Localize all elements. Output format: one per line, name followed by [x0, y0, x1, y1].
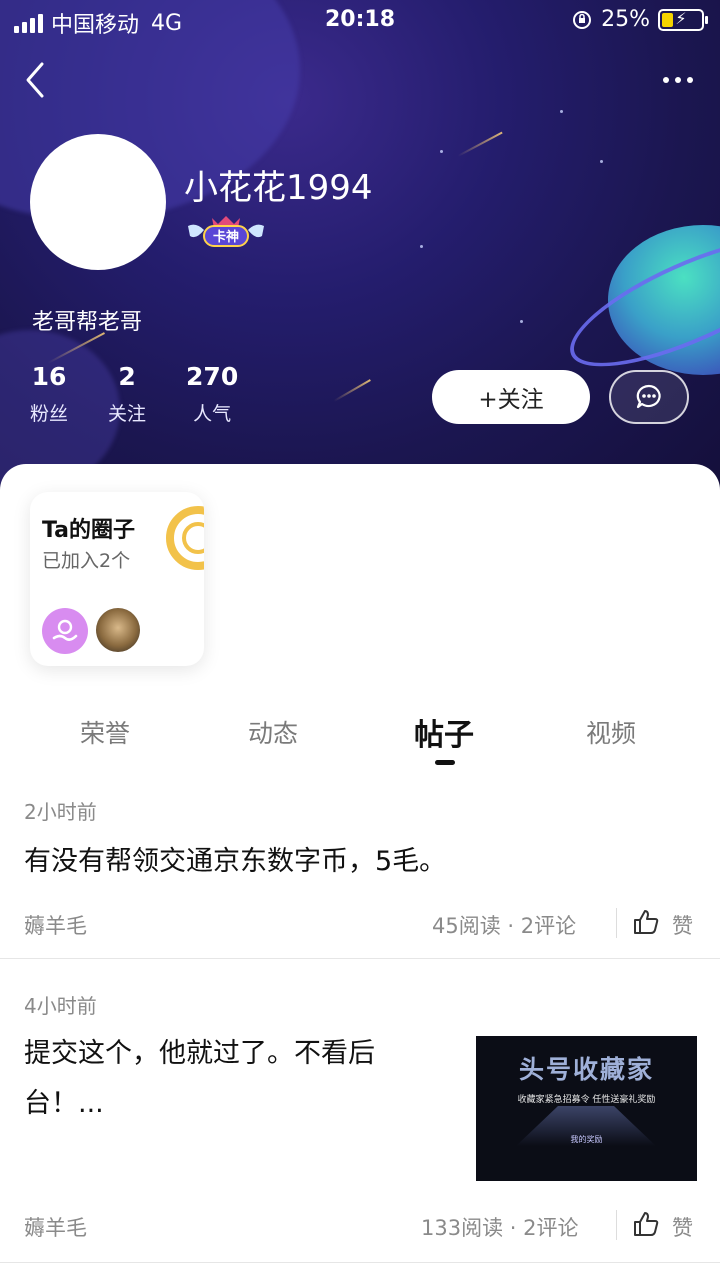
profile-tabs: 荣誉 动态 帖子 视频	[0, 704, 720, 768]
star-decoration	[520, 320, 523, 323]
battery-percent: 25%	[601, 7, 650, 32]
tab-videos[interactable]: 视频	[586, 714, 636, 750]
post-text: 有没有帮领交通京东数字币，5毛。	[24, 846, 447, 877]
profile-header: 中国移动 4G 20:18 25% ⚡ 小花花1994 卡神 老哥帮老哥 16 …	[0, 0, 720, 500]
circle-card-title: Ta的圈子	[42, 518, 136, 543]
circle-avatar[interactable]	[96, 608, 140, 652]
post-time: 4小时前	[24, 994, 97, 1018]
separator	[616, 908, 617, 938]
stat-fans[interactable]: 16 粉丝	[30, 362, 68, 426]
separator	[616, 1210, 617, 1240]
tab-posts[interactable]: 帖子	[414, 710, 474, 754]
stat-value: 2	[118, 362, 136, 391]
thumbnail-subline: 收藏家紧急招募令 任性送豪礼奖励	[517, 1095, 656, 1105]
more-icon	[663, 77, 669, 83]
divider	[0, 958, 720, 959]
shooting-star	[457, 131, 503, 157]
more-button[interactable]	[658, 66, 698, 94]
message-icon	[636, 384, 661, 409]
thumbnail-link: 我的奖励	[570, 1135, 603, 1144]
bio: 老哥帮老哥	[32, 310, 143, 335]
like-label[interactable]: 赞	[672, 910, 693, 940]
like-label[interactable]: 赞	[672, 1212, 693, 1242]
thumbnail-headline: 头号收藏家	[518, 1055, 654, 1084]
message-button[interactable]	[609, 370, 689, 424]
post-text-line: 台！...	[24, 1088, 104, 1119]
follow-button[interactable]: +关注	[432, 370, 590, 424]
alarm-lock-icon	[573, 10, 592, 29]
badge-label: 卡神	[213, 229, 239, 245]
stat-popularity: 270 人气	[186, 362, 238, 426]
star-decoration	[420, 245, 423, 248]
stat-following[interactable]: 2 关注	[108, 362, 146, 426]
thumbs-up-icon[interactable]	[632, 1210, 660, 1238]
shooting-star	[333, 379, 371, 402]
stat-value: 16	[31, 362, 67, 391]
star-decoration	[440, 150, 443, 153]
divider	[0, 1262, 720, 1263]
circle-avatar[interactable]	[42, 608, 88, 654]
badge-wings-icon: 卡神	[188, 216, 264, 247]
post-meta: 133阅读 · 2评论	[421, 1216, 579, 1240]
post-meta: 45阅读 · 2评论	[432, 914, 577, 938]
battery-charging-icon: ⚡	[658, 8, 708, 31]
tab-indicator	[435, 760, 455, 765]
circle-card-subtitle: 已加入2个	[42, 550, 131, 572]
hand-coin-icon	[52, 619, 78, 641]
tab-honor[interactable]: 荣誉	[80, 714, 130, 750]
stat-label: 人气	[193, 403, 232, 425]
post-text-line: 提交这个，他就过了。不看后	[24, 1038, 375, 1069]
thumbs-up-icon[interactable]	[632, 908, 660, 936]
star-decoration	[560, 110, 563, 113]
circle-card[interactable]: Ta的圈子 已加入2个	[30, 492, 204, 666]
level-badge[interactable]: 卡神	[186, 214, 266, 248]
post-author[interactable]: 薅羊毛	[24, 910, 87, 940]
post-time: 2小时前	[24, 800, 97, 824]
post-author[interactable]: 薅羊毛	[24, 1212, 87, 1242]
back-button[interactable]	[20, 58, 60, 102]
tab-activity[interactable]: 动态	[248, 714, 298, 750]
status-bar: 中国移动 4G 20:18 25% ⚡	[0, 0, 720, 40]
profile-stats: 16 粉丝 2 关注 270 人气	[30, 362, 238, 426]
stat-label: 粉丝	[30, 403, 69, 425]
stat-label: 关注	[108, 403, 147, 425]
star-decoration	[600, 160, 603, 163]
post-thumbnail[interactable]: 头号收藏家 收藏家紧急招募令 任性送豪礼奖励 我的奖励	[476, 1036, 697, 1181]
username: 小花花1994	[184, 168, 373, 208]
avatar[interactable]	[30, 134, 166, 270]
back-icon	[26, 62, 44, 98]
stat-value: 270	[186, 362, 239, 391]
